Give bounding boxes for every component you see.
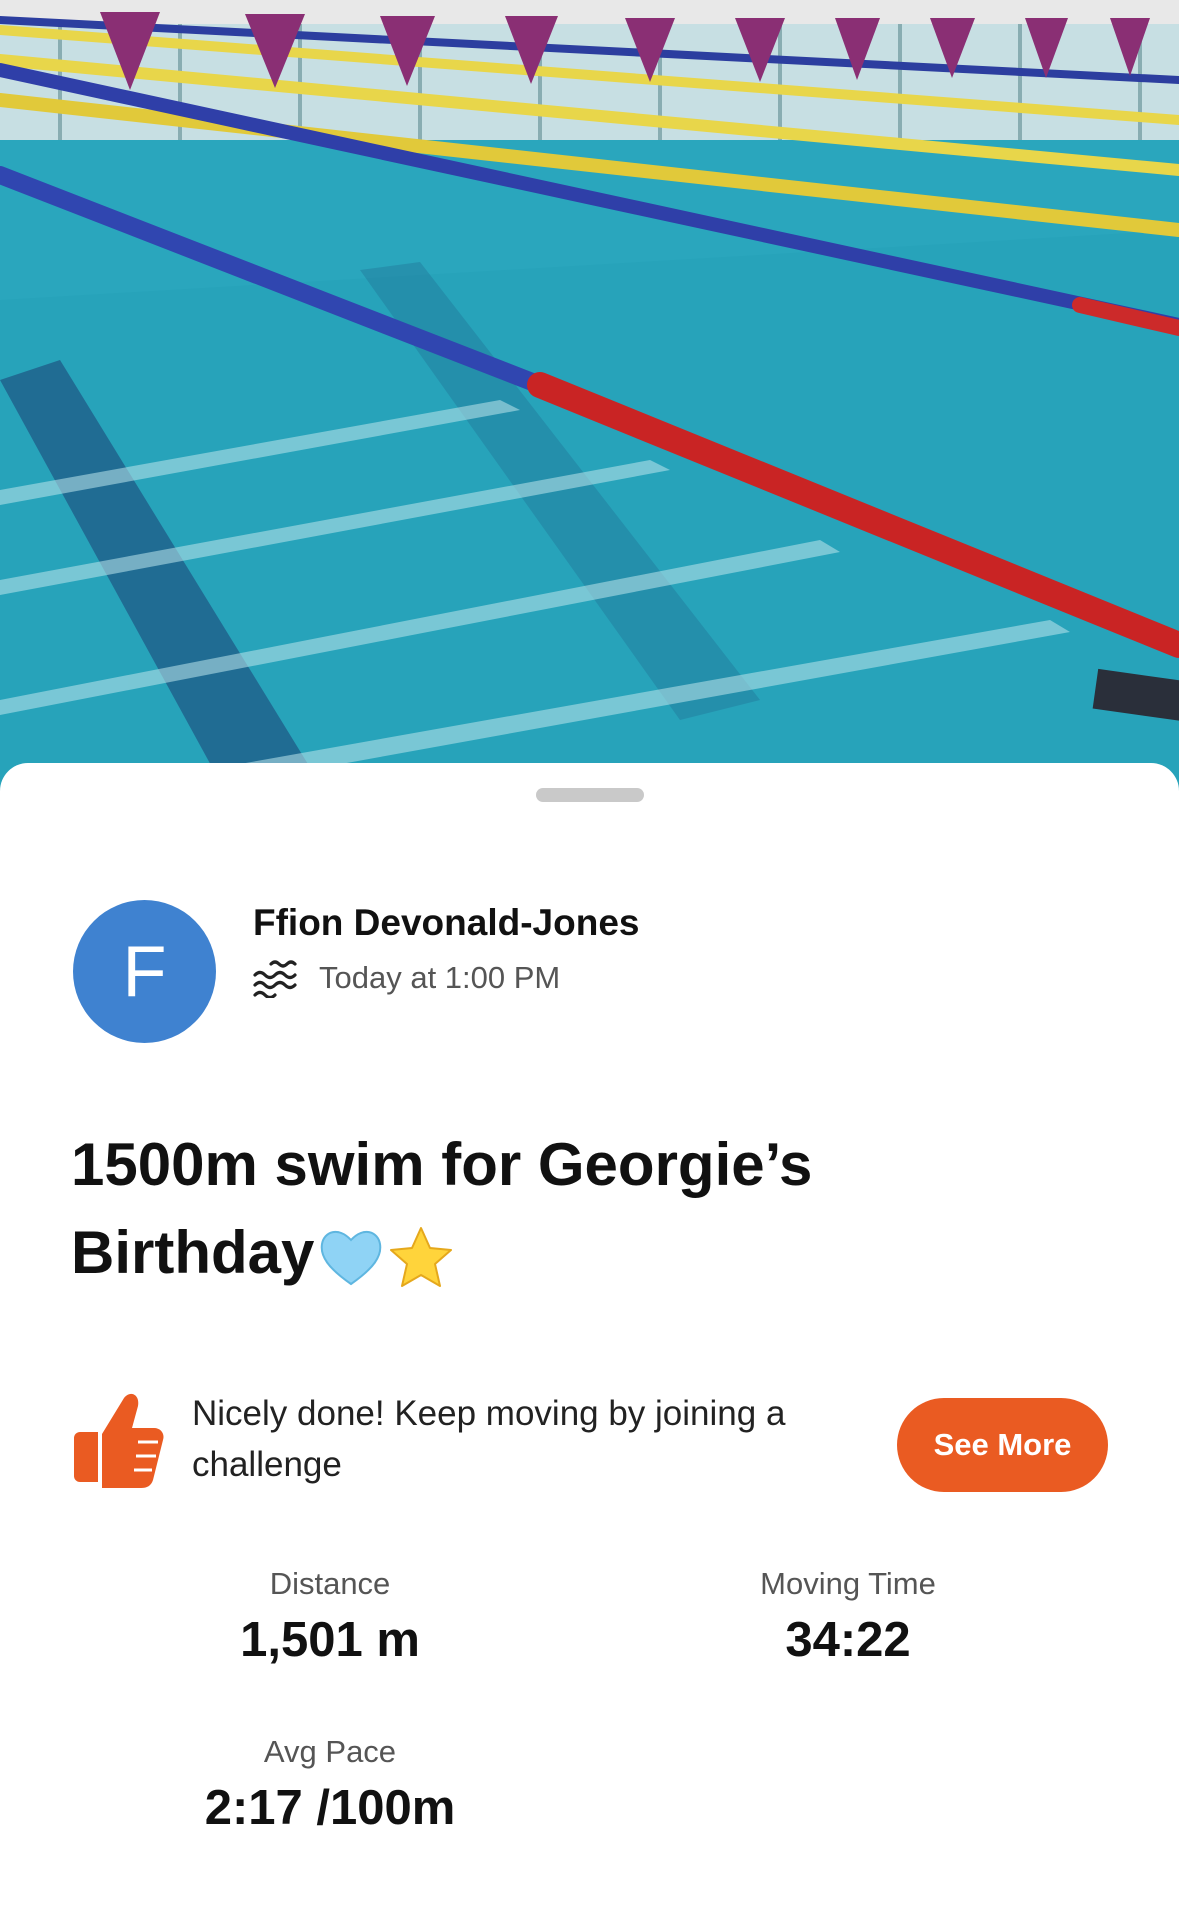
stat-value: 1,501 m	[240, 1613, 420, 1667]
activity-time: Today at 1:00 PM	[319, 960, 561, 995]
stat-label: Distance	[269, 1566, 391, 1601]
activity-title: 1500m swim for Georgie’s Birthday	[71, 1121, 1071, 1297]
stat-label: Moving Time	[760, 1566, 936, 1601]
sheet-grabber[interactable]	[536, 788, 644, 802]
light-blue-heart-icon	[321, 1231, 382, 1286]
stat-value: 2:17 /100m	[204, 1781, 456, 1835]
activity-photo[interactable]	[0, 0, 1179, 800]
pool-illustration	[0, 0, 1179, 800]
see-more-button[interactable]: See More	[897, 1398, 1108, 1492]
stat-moving-time: Moving Time 34:22	[648, 1566, 1048, 1668]
activity-sheet: F Ffion Devonald-Jones Today at 1:00 PM …	[0, 763, 1179, 1925]
stat-avg-pace: Avg Pace 2:17 /100m	[130, 1734, 530, 1836]
avatar[interactable]: F	[73, 900, 216, 1043]
challenge-prompt-text: Nicely done! Keep moving by joining a ch…	[192, 1394, 786, 1484]
star-icon	[390, 1227, 453, 1288]
stat-value: 34:22	[785, 1613, 911, 1667]
stat-label: Avg Pace	[263, 1734, 397, 1769]
challenge-prompt: Nicely done! Keep moving by joining a ch…	[72, 1378, 1112, 1492]
stat-distance: Distance 1,501 m	[130, 1566, 530, 1668]
athlete-name[interactable]: Ffion Devonald-Jones	[253, 902, 639, 944]
avatar-initial: F	[122, 931, 167, 1012]
thumbs-up-icon	[74, 1393, 164, 1488]
activity-meta: Today at 1:00 PM	[253, 956, 560, 1000]
swim-icon	[253, 960, 297, 998]
